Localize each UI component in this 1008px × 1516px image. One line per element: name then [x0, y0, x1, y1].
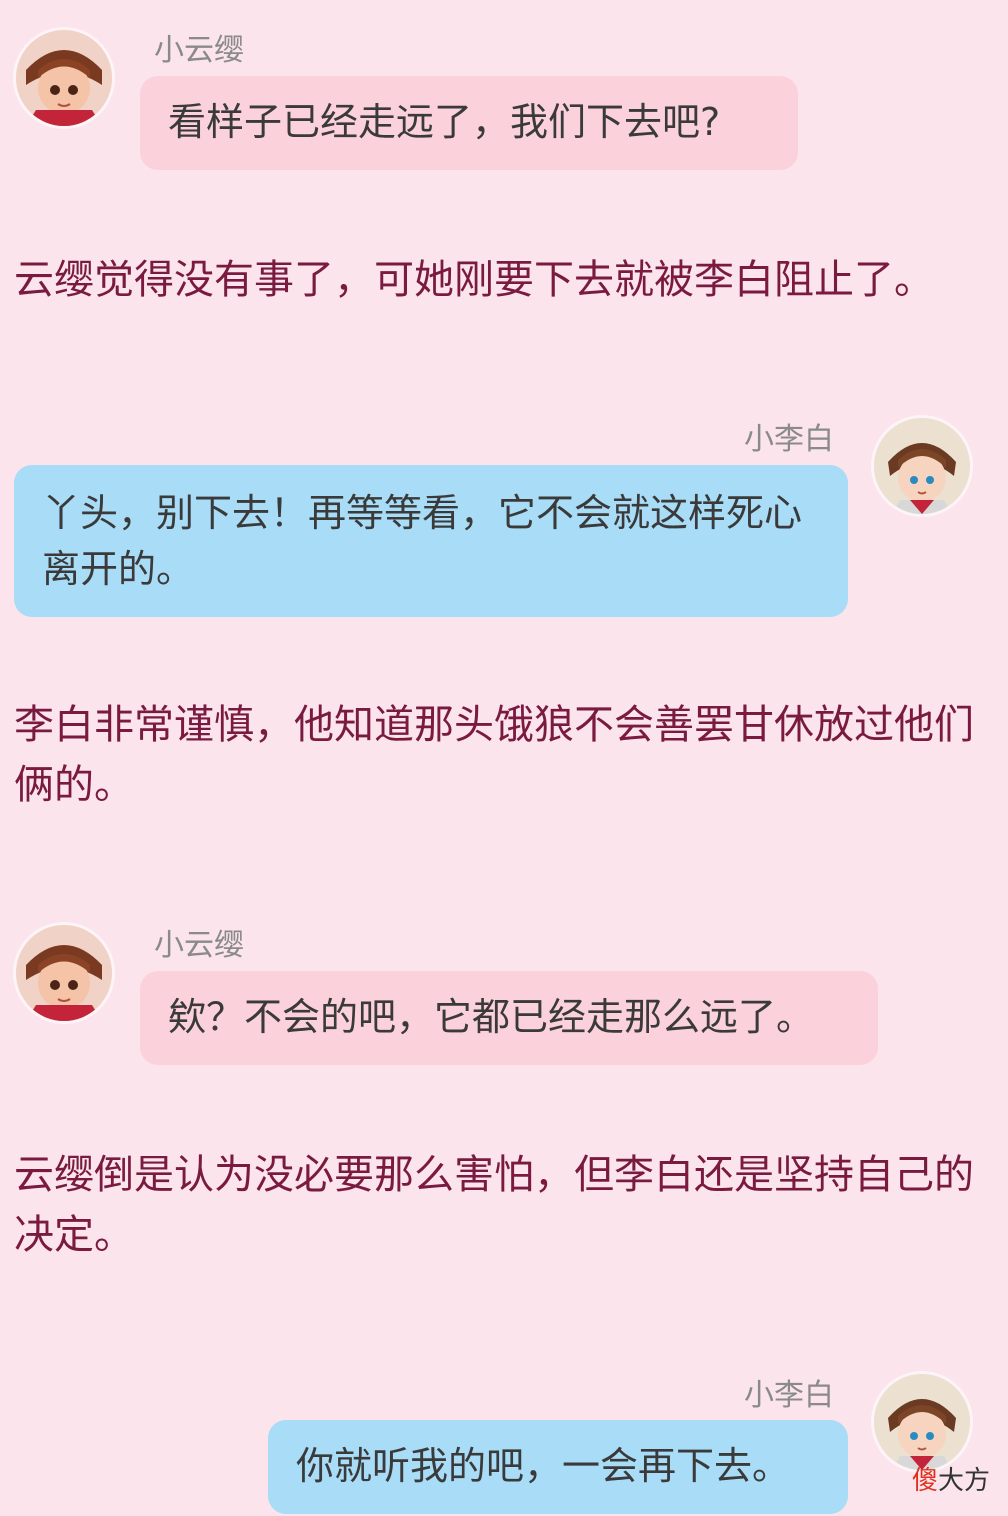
speaker-name: 小云缨 — [154, 33, 244, 68]
watermark-rest: 大方 — [937, 1466, 990, 1496]
boy-avatar-icon[interactable] — [874, 418, 970, 514]
chat-bubble[interactable]: 你就听我的吧，一会再下去。 — [268, 1420, 848, 1514]
speaker-name: 小云缨 — [154, 928, 244, 963]
speaker-name: 小李白 — [744, 422, 834, 457]
chat-bubble-text: 看样子已经走远了，我们下去吧? — [168, 100, 721, 144]
chat-bubble[interactable]: 欸？不会的吧，它都已经走那么远了。 — [140, 971, 878, 1065]
chat-story-page: 小云缨 看样子已经走远了，我们下去吧? 云缨觉得没有事了，可她刚要下去就被李白阻… — [0, 0, 1008, 1516]
watermark: 傻大方 — [912, 1468, 990, 1494]
girl-avatar-icon[interactable] — [16, 30, 112, 126]
narration-text: 云缨觉得没有事了，可她刚要下去就被李白阻止了。 — [14, 257, 934, 303]
narration-text: 李白非常谨慎，他知道那头饿狼不会善罢甘休放过他们俩的。 — [14, 702, 974, 808]
watermark-first-char: 傻 — [911, 1466, 938, 1496]
chat-bubble-text: 欸？不会的吧，它都已经走那么远了。 — [168, 995, 815, 1039]
girl-avatar-icon[interactable] — [16, 925, 112, 1021]
narration-text: 云缨倒是认为没必要那么害怕，但李白还是坚持自己的决定。 — [14, 1152, 974, 1258]
boy-avatar-icon[interactable] — [874, 1374, 970, 1470]
chat-bubble-text: 丫头，别下去！再等等看，它不会就这样死心离开的。 — [42, 491, 803, 591]
chat-bubble-text: 你就听我的吧，一会再下去。 — [296, 1444, 791, 1488]
speaker-name: 小李白 — [744, 1378, 834, 1413]
chat-bubble[interactable]: 丫头，别下去！再等等看，它不会就这样死心离开的。 — [14, 465, 848, 617]
chat-bubble[interactable]: 看样子已经走远了，我们下去吧? — [140, 76, 798, 170]
